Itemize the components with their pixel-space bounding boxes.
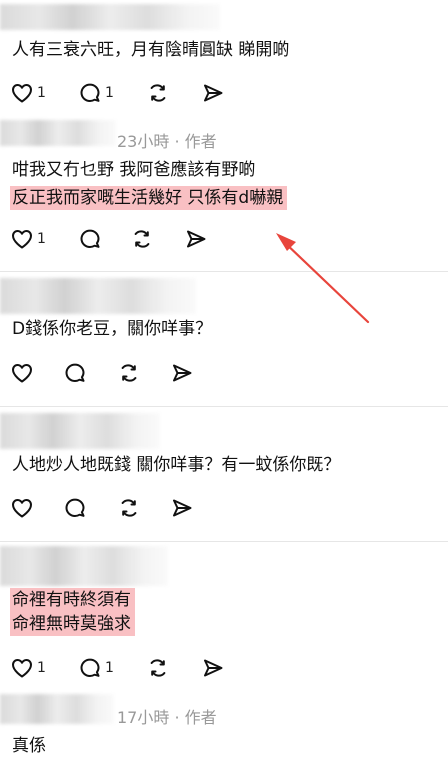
blurred-username: [0, 694, 114, 724]
reply-button[interactable]: 1: [78, 656, 114, 680]
blurred-username: [0, 4, 220, 30]
reply-count: 1: [105, 85, 114, 101]
share-button[interactable]: [201, 81, 225, 105]
like-button[interactable]: [10, 361, 34, 385]
timestamp: 23小時: [117, 132, 170, 151]
comment-bubble-icon: [80, 229, 100, 248]
comment-bubble-icon: [65, 363, 85, 382]
comment-text: D錢係你老豆，關你咩事？: [12, 319, 213, 339]
blurred-username: [0, 413, 160, 449]
send-icon: [204, 84, 223, 102]
comment-text-highlighted: 命裡無時莫強求: [10, 612, 135, 636]
like-count: 1: [37, 85, 46, 101]
heart-icon: [12, 230, 32, 249]
comment-text: 人有三衰六旺，月有陰晴圓缺 睇開啲: [12, 40, 290, 60]
like-count: 1: [37, 660, 46, 676]
share-button[interactable]: [201, 656, 225, 680]
comment-item: 23小時 · 作者 咁我又冇乜野 我阿爸應該有野啲 反正我而家嘅生活幾好 只係有…: [0, 118, 448, 270]
send-icon: [173, 499, 192, 517]
send-icon: [187, 230, 206, 248]
repost-icon: [121, 499, 137, 517]
meta-separator: ·: [174, 708, 180, 727]
repost-icon: [134, 230, 150, 248]
blurred-username: [0, 278, 196, 314]
repost-icon: [150, 84, 166, 102]
like-button[interactable]: [10, 496, 34, 520]
heart-icon: [12, 364, 32, 383]
timestamp: 17小時: [117, 708, 170, 727]
reply-count: 1: [105, 660, 114, 676]
comment-meta: 17小時 · 作者: [117, 704, 217, 728]
heart-icon: [12, 659, 32, 678]
blurred-username: [0, 120, 116, 146]
comment-item: 人地炒人地既錢 關你咩事？有一蚊係你既？: [0, 407, 448, 541]
share-button[interactable]: [170, 361, 194, 385]
comment-bubble-icon: [65, 498, 85, 517]
repost-button[interactable]: [146, 81, 170, 105]
repost-icon: [150, 659, 166, 677]
comment-item: 人有三衰六旺，月有陰晴圓缺 睇開啲 1 1: [0, 0, 448, 120]
comment-thread: 人有三衰六旺，月有陰晴圓缺 睇開啲 1 1 23小時 · 作者 咁我又冇乜野 我…: [0, 0, 448, 774]
author-tag: 作者: [184, 132, 217, 151]
like-button[interactable]: 1: [10, 656, 46, 680]
like-button[interactable]: 1: [10, 227, 46, 251]
repost-button[interactable]: [130, 227, 154, 251]
comment-item: 命裡有時終須有 命裡無時莫強求 1 1: [0, 542, 448, 692]
reply-button[interactable]: [78, 227, 102, 251]
comment-meta: 23小時 · 作者: [117, 128, 217, 152]
share-button[interactable]: [170, 496, 194, 520]
highlight-mark: 命裡有時終須有: [10, 588, 135, 612]
send-icon: [204, 659, 223, 677]
reply-button[interactable]: [63, 496, 87, 520]
comment-item: 17小時 · 作者 真係: [0, 692, 448, 774]
like-count: 1: [37, 231, 46, 247]
reply-button[interactable]: [63, 361, 87, 385]
reply-button[interactable]: 1: [78, 81, 114, 105]
blurred-username: [0, 546, 168, 586]
author-tag: 作者: [184, 708, 217, 727]
comment-item: D錢係你老豆，關你咩事？: [0, 272, 448, 406]
repost-button[interactable]: [117, 361, 141, 385]
heart-icon: [12, 84, 32, 103]
comment-text-highlighted: 反正我而家嘅生活幾好 只係有d嚇親: [10, 186, 288, 210]
repost-icon: [121, 364, 137, 382]
heart-icon: [12, 499, 32, 518]
highlight-mark: 命裡無時莫強求: [10, 612, 135, 636]
comment-bubble-icon: [80, 83, 100, 102]
repost-button[interactable]: [146, 656, 170, 680]
comment-bubble-icon: [80, 658, 100, 677]
repost-button[interactable]: [117, 496, 141, 520]
like-button[interactable]: 1: [10, 81, 46, 105]
meta-separator: ·: [174, 132, 180, 151]
share-button[interactable]: [184, 227, 208, 251]
highlight-mark: 反正我而家嘅生活幾好 只係有d嚇親: [10, 186, 288, 210]
comment-text: 咁我又冇乜野 我阿爸應該有野啲: [12, 160, 256, 180]
comment-text: 真係: [12, 736, 46, 756]
comment-text: 人地炒人地既錢 關你咩事？有一蚊係你既？: [12, 455, 341, 475]
send-icon: [173, 364, 192, 382]
comment-text-highlighted: 命裡有時終須有: [10, 588, 135, 612]
